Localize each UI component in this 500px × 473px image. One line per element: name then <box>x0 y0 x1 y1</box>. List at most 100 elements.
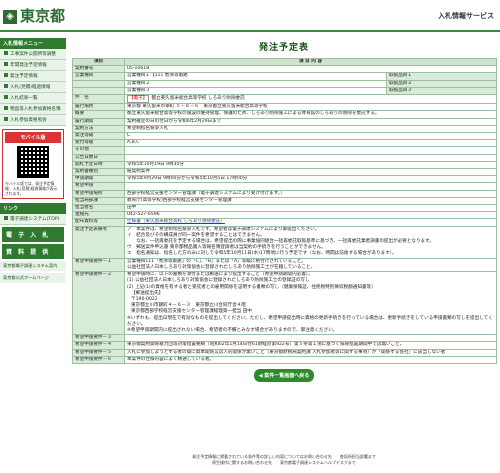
row-value: 教育庁(高等学校)西部学校経営支援センター管理課 <box>124 196 497 206</box>
row-key: 契約方法 <box>72 124 125 134</box>
footer: 発注予定情報に掲載されている条件等の詳しい内容についてはお問い合わせ先 各局所担… <box>192 454 376 465</box>
row-value: 西部学校経営支援センター管理課（電子調達システムにより受け付けます。） <box>124 189 497 198</box>
row-key: 連絡先 <box>72 211 125 220</box>
row-key: 希望申請要件－２ <box>72 271 125 336</box>
mobile-box: モバイル版 モバイル版では、発注予定情報、入札(見積)経過情報が表示されます。 <box>2 129 64 199</box>
row-key: 受付等級 <box>72 139 125 148</box>
sidebar-link-guide[interactable]: 東京都電子調達システム案内 <box>0 261 66 271</box>
sidebar-menu-head: 入札情報メニュー <box>0 38 66 49</box>
row-value: 042-527-6596 <box>124 211 497 220</box>
bullet-icon <box>4 62 8 66</box>
table-row: 担当者名 田中 <box>72 204 497 213</box>
row-key: 公告日数日 <box>72 153 125 162</box>
table-row: 希望申請要件－６ 本案件の仕様内容によく精通している者。 <box>72 355 497 364</box>
row-value: 【電子】 都立東久留米総合高等学校 しろあり防除委託 <box>124 94 497 105</box>
spec-document-link[interactable]: 仕様書（東久留米総合高校 しろあり防除委託） <box>127 220 225 224</box>
row-key: 件 名 <box>72 94 125 105</box>
table-header-row: 項目 項 目 内 容 <box>72 57 497 67</box>
sidebar-link-tokyo[interactable]: 東京都公式ホームページ <box>0 273 66 283</box>
row-key: 希望申請要件－３ <box>72 334 125 343</box>
table-row: 申請期間 令和5年9月29日 9時00分から令和5年10月5日 17時00分 <box>72 175 497 184</box>
row-key: 営業種目 <box>72 72 125 81</box>
table-row: 履行場所 東京都 東久留米市幸町 ５－８－６ 東京都立東久留米総合高等学校 <box>72 103 497 112</box>
table-row: その他 <box>72 146 497 155</box>
bullet-icon <box>4 95 8 99</box>
materials-button[interactable]: 資 料 提 供 <box>2 244 64 259</box>
row-value: 入札に参加しようとする者の間に資本関係又は人的関係が無いこと（東京都財務局契約課… <box>124 348 497 357</box>
e-bid-button[interactable]: 電 子 入 札 <box>2 227 64 242</box>
table-row: 営業種目３ 取扱品目３ <box>72 86 497 96</box>
row-key: 契約番号 <box>72 65 125 74</box>
row-key: 希望申請 <box>72 182 125 191</box>
table-row: 契約方法 希望制指名競争入札 <box>72 124 497 134</box>
table-row: 希望申請要件－３ <box>72 334 497 343</box>
row-key: 契約書種別 <box>72 168 125 177</box>
row-value: 契約確定の日の翌日から令和6年2月29日まで <box>124 117 497 126</box>
row-key: 履行期間 <box>72 117 125 126</box>
table-row: 配布資料等 仕様書（東久留米総合高校 しろあり防除委託） <box>72 218 497 227</box>
row-key: 希望申請要件－６ <box>72 355 125 364</box>
row-value <box>124 334 497 343</box>
tokyo-logo[interactable]: ◈ 東京都 <box>3 5 65 26</box>
mobile-note: モバイル版では、発注予定情報、入札(見積)経過情報が表示されます。 <box>5 181 58 196</box>
table-row: 担当局部課 教育庁(高等学校)西部学校経営支援センター管理課 <box>72 196 497 206</box>
top-bar: ◈ 東京都 入札情報サービス <box>0 0 500 30</box>
tokyo-emblem-icon: ◈ <box>3 10 17 24</box>
row-key <box>72 79 125 88</box>
page-title: 発注予定表 <box>258 43 309 53</box>
row-value: 営業種目２ <box>124 79 387 88</box>
row-value <box>124 153 497 162</box>
table-row: 発注予定表備考 ア 本案件は、希望制指名競争入札です。希望者は電子調達システムに… <box>72 225 497 259</box>
row-key: 履行場所 <box>72 103 125 112</box>
table-row: 受付等級 A,B,C <box>72 139 497 148</box>
sidebar-item-koji[interactable]: 工事案件公開所等調整 <box>0 49 66 60</box>
row-value: C <box>124 132 497 141</box>
row-side-label: 取扱品目２ <box>386 79 497 88</box>
mobile-button[interactable]: モバイル版 <box>5 132 61 143</box>
logo-text: 東京都 <box>20 7 66 25</box>
table-row: 連絡先 042-527-6596 <box>72 211 497 220</box>
table-row: 公告日数日 <box>72 153 497 162</box>
table-row: 契約番号 05-10618 <box>72 65 497 74</box>
row-value: A,B,C <box>124 139 497 148</box>
table-row: 希望申請要件－４ 東京都契約関係暴力団等対策措置要綱（昭和62年1月14日付61… <box>72 341 497 350</box>
service-name: 入札情報サービス <box>438 12 494 20</box>
row-key: 開札予定日時 <box>72 160 125 170</box>
bullet-icon <box>4 106 8 110</box>
bullet-icon <box>4 73 8 77</box>
row-value: 05-10618 <box>124 65 497 74</box>
table-row: 希望申請 <box>72 182 497 191</box>
bullet-icon <box>4 51 8 55</box>
hatchu-notes: ア 本案件は、希望制指名競争入札です。希望者は電子調達システムにより御提出くださ… <box>124 225 497 259</box>
row-key: 希望申請要件－４ <box>72 341 125 350</box>
row-value: 東京都 東久留米市幸町 ５－８－６ 東京都立東久留米総合高等学校 <box>124 103 497 112</box>
header-item: 項目 <box>72 57 125 67</box>
row-key: 申請期間 <box>72 175 125 184</box>
row-value: 営業種目111「煮沸等販路」の「C」、「B」または「A」等級に格付けされているこ… <box>124 257 497 273</box>
row-key: 発注等級 <box>72 132 125 141</box>
table-row: 営業種目２ 取扱品目２ <box>72 79 497 88</box>
row-key: 発注予定表備考 <box>72 225 125 259</box>
sidebar-item-annual[interactable]: 年間発注予定情報 <box>0 60 66 71</box>
sidebar-item-hatchu[interactable]: 発注予定情報 <box>0 71 66 82</box>
table-row: 発注等級 C <box>72 132 497 141</box>
table-row: 開札予定日時 令和5年10月19日 9時30分 <box>72 160 497 170</box>
back-to-list-button[interactable]: ◀ 案件一覧画面へ戻る <box>254 368 314 382</box>
row-value: 令和5年10月19日 9時30分 <box>124 160 497 170</box>
row-value: 仕様書（東久留米総合高校 しろあり防除委託） <box>124 218 497 227</box>
header-content: 項 目 内 容 <box>124 57 497 67</box>
sidebar-item-shikaku[interactable]: 入札参加資格照会 <box>0 115 66 126</box>
sidebar-item-meibo[interactable]: 物品等入札参加資格名簿 <box>0 104 66 115</box>
row-side-label: 取扱品目３ <box>386 86 497 96</box>
row-value <box>124 146 497 155</box>
bullet-icon <box>4 216 8 220</box>
electronic-tag: 【電子】 <box>127 95 150 103</box>
sidebar-link-chotatsu[interactable]: 電子調達システム(TOP) <box>0 214 66 225</box>
sidebar: 入札情報メニュー 工事案件公開所等調整 年間発注予定情報 発注予定情報 入札(見… <box>0 34 66 473</box>
sidebar-item-results[interactable]: 入札結果一覧 <box>0 93 66 104</box>
row-value: 希望制指名競争入札 <box>124 124 497 134</box>
row-value: 本案件の仕様内容によく精通している者。 <box>124 355 497 364</box>
table-row: 件 名【電子】 都立東久留米総合高等学校 しろあり防除委託 <box>72 94 497 105</box>
sidebar-item-keika[interactable]: 入札(見積)経過情報 <box>0 82 66 93</box>
table-row: 概要 都立東久留米総合高等学校の施設の維持管理、保護のため、しろあり防除施工による… <box>72 110 497 119</box>
